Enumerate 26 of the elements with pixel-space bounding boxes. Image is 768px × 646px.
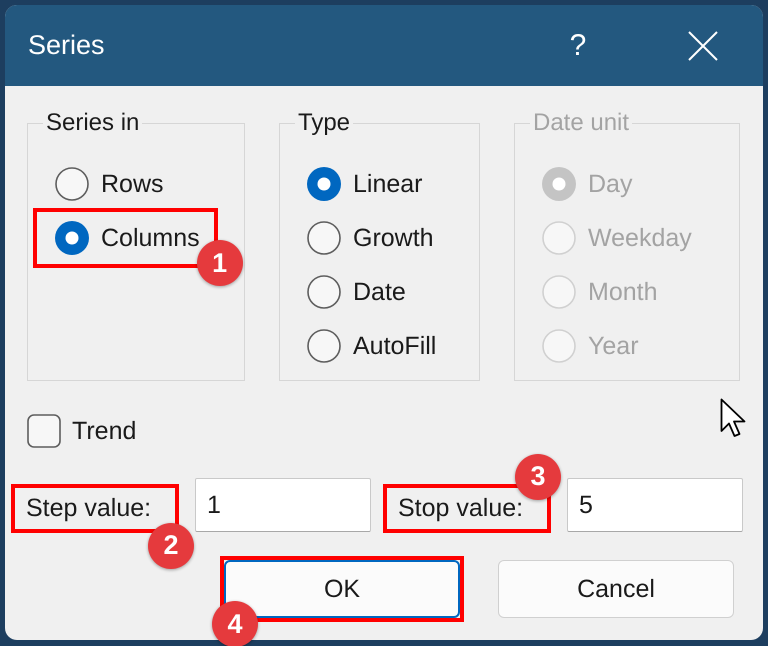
radio-button[interactable] <box>307 329 341 363</box>
checkbox[interactable] <box>27 414 61 448</box>
group-label: Date unit <box>532 109 630 137</box>
field-label: Step value: <box>26 494 152 522</box>
group-label: Type <box>297 109 352 137</box>
value-input[interactable]: 1 <box>195 478 371 532</box>
step-marker: 4 <box>212 601 258 646</box>
group-label: Series in <box>45 109 140 137</box>
radio-label[interactable]: Linear <box>353 170 422 198</box>
radio-button[interactable] <box>55 167 89 201</box>
radio-label[interactable]: Rows <box>101 170 164 198</box>
radio-button[interactable] <box>307 221 341 255</box>
close-icon <box>688 30 718 60</box>
radio-label[interactable]: Date <box>353 278 406 306</box>
value-input[interactable]: 5 <box>567 478 743 532</box>
checkbox-label[interactable]: Trend <box>72 416 136 446</box>
dialog-button[interactable]: Cancel <box>498 560 734 618</box>
radio-label[interactable]: Growth <box>353 224 434 252</box>
window-title: Series <box>28 30 105 61</box>
step-marker: 3 <box>515 454 561 500</box>
step-marker: 2 <box>148 522 194 568</box>
radio-label[interactable]: AutoFill <box>353 332 436 360</box>
mouse-pointer-icon <box>720 398 746 438</box>
radio-button[interactable] <box>307 275 341 309</box>
radio-button[interactable] <box>55 221 89 255</box>
radio-button[interactable] <box>307 167 341 201</box>
